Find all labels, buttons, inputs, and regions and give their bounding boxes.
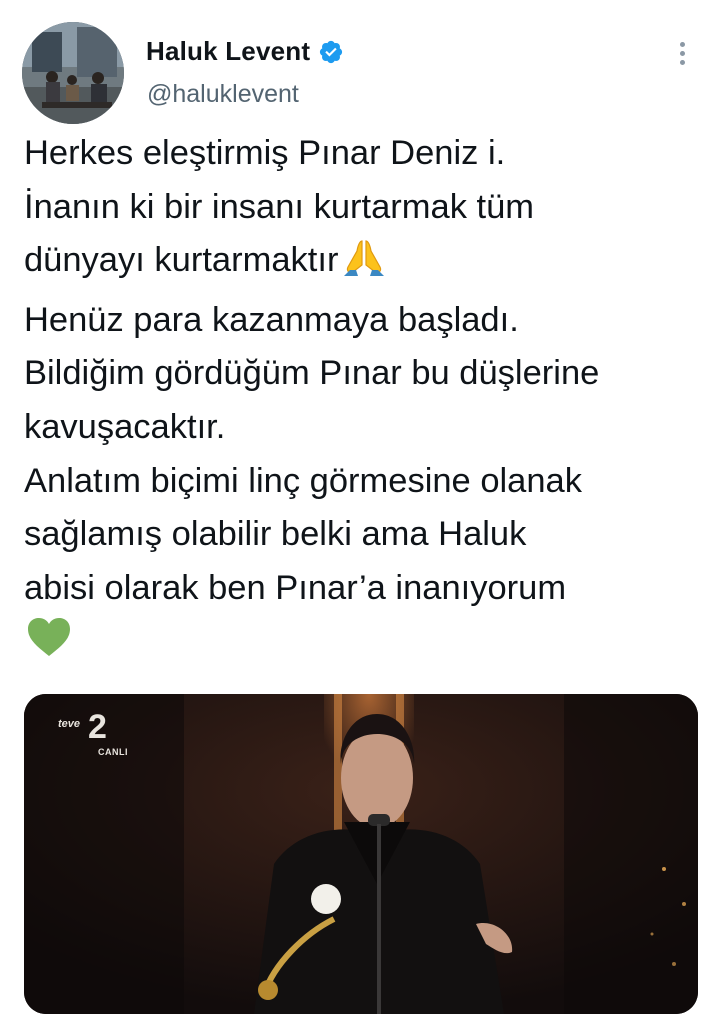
channel-logo-teve: teve xyxy=(58,718,81,730)
tweet-line: dünyayı kurtarmaktır xyxy=(24,241,339,280)
green-heart-emoji xyxy=(26,616,72,675)
author-handle[interactable]: @haluklevent xyxy=(147,80,299,109)
tweet-emoji-line xyxy=(24,615,704,675)
tweet-media-video[interactable]: teve 2 CANLI xyxy=(24,694,698,1014)
avatar[interactable] xyxy=(22,22,124,124)
tweet-text: Herkes eleştirmiş Pınar Deniz i. İnanın … xyxy=(24,127,704,675)
tweet-line: sağlamış olabilir belki ama Haluk xyxy=(24,515,527,554)
video-frame xyxy=(24,694,698,1014)
tweet-line: kavuşacaktır. xyxy=(24,407,226,446)
author-name-row: Haluk Levent xyxy=(146,36,344,67)
live-label: CANLI xyxy=(98,747,128,757)
tweet-line: Henüz para kazanmaya başladı. xyxy=(24,300,519,339)
profile-photo xyxy=(22,22,124,124)
tweet-line: Bildiğim gördüğüm Pınar bu düşlerine xyxy=(24,354,600,393)
author-display-name[interactable]: Haluk Levent xyxy=(146,36,310,67)
tweet-line: İnanın ki bir insanı kurtarmak tüm xyxy=(24,187,535,226)
tweet-line-with-emoji: dünyayı kurtarmaktır xyxy=(24,234,704,294)
channel-logo: teve 2 CANLI xyxy=(58,708,128,757)
tweet-line: abisi olarak ben Pınar’a inanıyorum xyxy=(24,568,567,607)
folded-hands-emoji xyxy=(340,237,388,294)
tweet-line: Herkes eleştirmiş Pınar Deniz i. xyxy=(24,134,506,172)
verified-badge-icon xyxy=(318,39,344,65)
tweet-line: Anlatım biçimi linç görmesine olanak xyxy=(24,461,582,500)
tweet-header: Haluk Levent @haluklevent xyxy=(0,0,713,124)
channel-logo-number: 2 xyxy=(88,708,107,746)
more-options-icon[interactable] xyxy=(667,38,697,68)
